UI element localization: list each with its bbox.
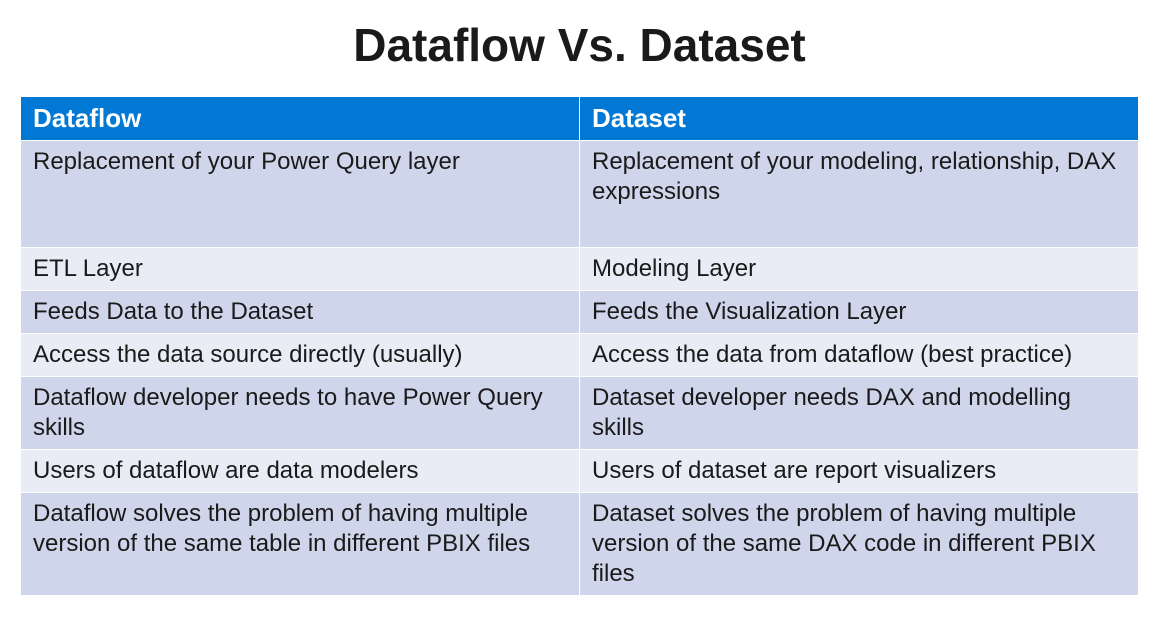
dataset-cell: Replacement of your modeling, relationsh… (580, 141, 1139, 248)
dataset-cell: Feeds the Visualization Layer (580, 291, 1139, 334)
table-row: Replacement of your Power Query layer Re… (21, 141, 1139, 248)
table-row: ETL Layer Modeling Layer (21, 248, 1139, 291)
comparison-table: Dataflow Dataset Replacement of your Pow… (20, 96, 1139, 596)
dataset-cell: Access the data from dataflow (best prac… (580, 334, 1139, 377)
dataset-cell: Users of dataset are report visualizers (580, 450, 1139, 493)
dataset-cell: Dataset developer needs DAX and modellin… (580, 377, 1139, 450)
table-row: Dataflow developer needs to have Power Q… (21, 377, 1139, 450)
table-header-row: Dataflow Dataset (21, 97, 1139, 141)
table-row: Feeds Data to the Dataset Feeds the Visu… (21, 291, 1139, 334)
dataset-cell: Dataset solves the problem of having mul… (580, 493, 1139, 596)
page-title: Dataflow Vs. Dataset (20, 18, 1139, 72)
dataflow-cell: Feeds Data to the Dataset (21, 291, 580, 334)
dataflow-cell: Access the data source directly (usually… (21, 334, 580, 377)
table-row: Dataflow solves the problem of having mu… (21, 493, 1139, 596)
dataset-cell: Modeling Layer (580, 248, 1139, 291)
table-row: Users of dataflow are data modelers User… (21, 450, 1139, 493)
dataflow-cell: Replacement of your Power Query layer (21, 141, 580, 248)
header-dataset: Dataset (580, 97, 1139, 141)
dataflow-cell: Dataflow developer needs to have Power Q… (21, 377, 580, 450)
dataflow-cell: Dataflow solves the problem of having mu… (21, 493, 580, 596)
table-row: Access the data source directly (usually… (21, 334, 1139, 377)
dataflow-cell: ETL Layer (21, 248, 580, 291)
dataflow-cell: Users of dataflow are data modelers (21, 450, 580, 493)
header-dataflow: Dataflow (21, 97, 580, 141)
